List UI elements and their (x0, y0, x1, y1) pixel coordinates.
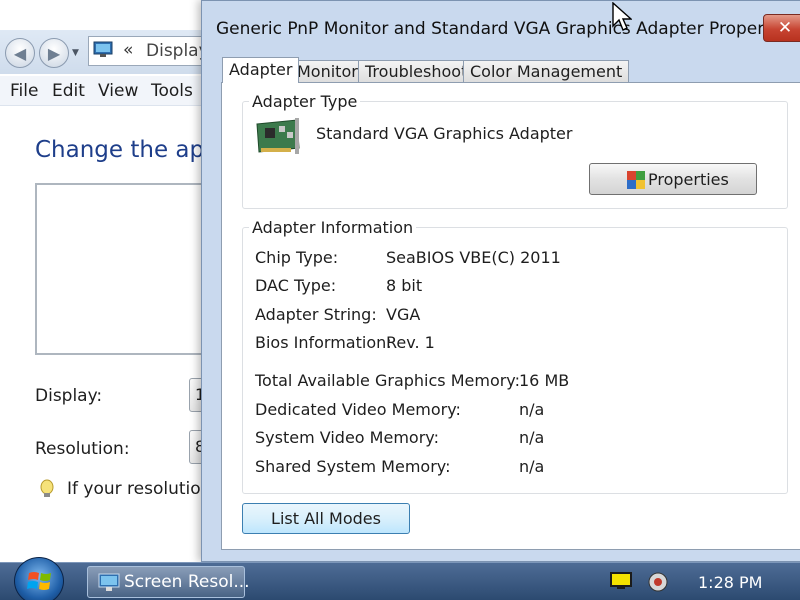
tab-monitor[interactable]: Monitor (290, 60, 365, 83)
info-value: VGA (386, 305, 421, 324)
taskbar-item-label: Screen Resol... (124, 572, 250, 592)
menu-view[interactable]: View (98, 81, 138, 101)
forward-arrow-icon: ▶ (47, 43, 61, 63)
forward-button[interactable]: ▶ (39, 38, 69, 68)
adapter-type-group: Adapter Type Standard VGA Graphics Adapt… (242, 92, 788, 209)
tab-color-management[interactable]: Color Management (463, 60, 630, 83)
taskbar-clock[interactable]: 1:28 PM (698, 573, 762, 592)
recent-pages-dropdown-icon[interactable]: ▼ (72, 48, 79, 58)
list-all-modes-button[interactable]: List All Modes (242, 503, 410, 534)
close-button[interactable]: ✕ (763, 14, 800, 42)
memory-key: Total Available Graphics Memory: (255, 371, 520, 390)
adapter-name: Standard VGA Graphics Adapter (316, 124, 573, 143)
taskbar-item-screen-resolution[interactable]: Screen Resol... (87, 566, 250, 598)
mouse-pointer-icon (612, 2, 632, 31)
menu-bar: File Edit View Tools (0, 76, 205, 106)
resolution-label: Resolution: (35, 439, 130, 459)
memory-value: 16 MB (519, 371, 570, 390)
adapter-information-group: Adapter Information Chip Type: SeaBIOS V… (242, 218, 788, 494)
info-value: SeaBIOS VBE(C) 2011 (386, 248, 561, 267)
memory-value: n/a (519, 400, 545, 419)
memory-key: Shared System Memory: (255, 457, 451, 476)
menu-tools[interactable]: Tools (151, 81, 193, 101)
adapter-information-heading: Adapter Information (249, 218, 417, 237)
info-key: Bios Information: (255, 333, 392, 352)
info-value: 8 bit (386, 276, 423, 295)
adapter-type-heading: Adapter Type (249, 92, 361, 111)
memory-key: System Video Memory: (255, 428, 439, 447)
speaker-tray-icon[interactable] (647, 571, 669, 593)
properties-button[interactable]: Properties (589, 163, 757, 195)
menu-edit[interactable]: Edit (52, 81, 85, 101)
breadcrumb-display[interactable]: Display (146, 41, 209, 61)
memory-value: n/a (519, 428, 545, 447)
dialog-title: Generic PnP Monitor and Standard VGA Gra… (216, 19, 795, 39)
menu-file[interactable]: File (10, 81, 38, 101)
back-arrow-icon: ◀ (13, 43, 27, 63)
windows-logo-icon (27, 572, 51, 590)
close-icon: ✕ (777, 18, 793, 38)
properties-button-label: Properties (648, 170, 729, 189)
display-control-panel-icon (98, 573, 120, 591)
graphics-card-icon (256, 118, 300, 154)
info-key: Chip Type: (255, 248, 339, 267)
tab-adapter[interactable]: Adapter (222, 57, 300, 83)
start-button[interactable] (14, 557, 64, 600)
taskbar: Screen Resol... 1:28 PM (0, 557, 800, 600)
info-value: Rev. 1 (386, 333, 435, 352)
page-title: Change the app (35, 137, 219, 163)
breadcrumb-separator: « (123, 40, 134, 60)
info-key: DAC Type: (255, 276, 337, 295)
memory-key: Dedicated Video Memory: (255, 400, 461, 419)
tab-troubleshoot[interactable]: Troubleshoot (358, 60, 475, 83)
resolution-hint-link[interactable]: If your resolution (67, 479, 211, 499)
display-label: Display: (35, 386, 103, 406)
address-bar[interactable]: « Display (88, 36, 218, 66)
adapter-properties-dialog: Generic PnP Monitor and Standard VGA Gra… (201, 0, 800, 562)
memory-value: n/a (519, 457, 545, 476)
info-key: Adapter String: (255, 305, 377, 324)
monitor-tray-icon[interactable] (610, 572, 632, 590)
info-bulb-icon (40, 479, 54, 497)
uac-shield-icon (627, 171, 645, 189)
display-control-panel-icon (93, 41, 113, 57)
adapter-tab-panel: Adapter Type Standard VGA Graphics Adapt… (221, 82, 800, 550)
back-button[interactable]: ◀ (5, 38, 35, 68)
